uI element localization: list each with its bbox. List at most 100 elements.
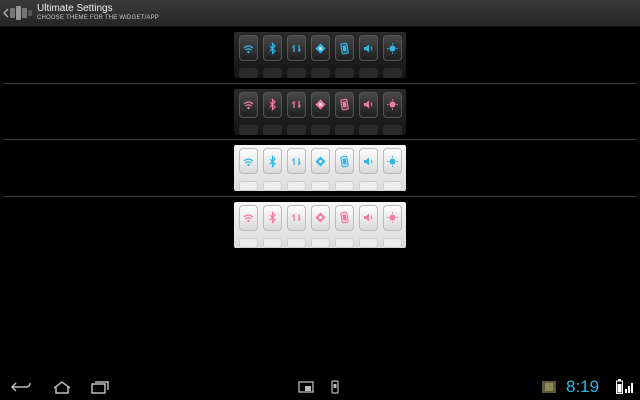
toggle-row bbox=[239, 35, 402, 61]
toggle-row-second bbox=[239, 68, 402, 78]
toggle-stub bbox=[239, 68, 258, 78]
bluetooth-icon bbox=[269, 41, 276, 55]
theme-preview bbox=[234, 88, 406, 135]
wifi-icon bbox=[243, 214, 254, 223]
theme-row-light-pink[interactable] bbox=[0, 197, 640, 254]
page-title: Ultimate Settings bbox=[37, 3, 113, 14]
toggle-stub bbox=[359, 68, 378, 78]
screen-rotation-icon bbox=[340, 42, 349, 54]
toggle-stub bbox=[359, 124, 378, 135]
theme-preview bbox=[234, 145, 406, 191]
toggle-stub bbox=[383, 124, 402, 135]
toggle-stub bbox=[287, 181, 306, 191]
gps-icon bbox=[315, 43, 326, 53]
toggle-stub bbox=[263, 237, 282, 248]
sync-icon bbox=[292, 100, 301, 109]
toggle-stub bbox=[311, 181, 330, 191]
toggle-button bbox=[311, 35, 330, 61]
recent-apps-button[interactable] bbox=[90, 379, 110, 395]
toggle-stub bbox=[311, 68, 330, 78]
sound-icon bbox=[364, 157, 373, 165]
brightness-icon bbox=[387, 42, 398, 54]
toggle-stub bbox=[287, 237, 306, 248]
system-bar: 8:19 bbox=[0, 374, 640, 400]
toggle-button bbox=[287, 204, 306, 231]
bluetooth-icon bbox=[269, 154, 276, 168]
bluetooth-icon bbox=[269, 211, 276, 224]
screenshot-button[interactable] bbox=[298, 379, 314, 395]
toggle-button bbox=[263, 148, 282, 174]
wifi-icon bbox=[243, 157, 254, 166]
toggle-row-second bbox=[239, 124, 402, 135]
toggle-button bbox=[383, 35, 402, 61]
toggle-button bbox=[263, 91, 282, 118]
up-caret-icon[interactable] bbox=[3, 8, 9, 18]
toggle-stub bbox=[383, 237, 402, 248]
toggle-button bbox=[311, 91, 330, 118]
action-bar: Ultimate Settings CHOOSE THEME FOR THE W… bbox=[0, 0, 640, 27]
signal-icon[interactable] bbox=[625, 381, 634, 393]
phone-icon[interactable] bbox=[330, 379, 340, 395]
toggle-stub bbox=[383, 68, 402, 78]
toggle-button bbox=[383, 148, 402, 174]
toggle-row bbox=[239, 91, 402, 118]
toggle-stub bbox=[359, 237, 378, 248]
theme-row-light-blue[interactable] bbox=[0, 140, 640, 197]
toggle-stub bbox=[335, 68, 354, 78]
toggle-button bbox=[287, 91, 306, 118]
toggle-stub bbox=[263, 124, 282, 135]
toggle-stub bbox=[239, 181, 258, 191]
toggle-stub bbox=[287, 124, 306, 135]
toggle-row-second bbox=[239, 181, 402, 191]
toggle-button bbox=[335, 35, 354, 61]
toggle-button bbox=[335, 204, 354, 231]
toggle-button bbox=[383, 204, 402, 231]
theme-preview bbox=[234, 201, 406, 248]
clock[interactable]: 8:19 bbox=[566, 377, 599, 397]
screen-rotation-icon bbox=[340, 155, 349, 167]
toggle-row-second bbox=[239, 237, 402, 248]
screen-rotation-icon bbox=[340, 211, 349, 224]
toggle-button bbox=[311, 148, 330, 174]
toggle-stub bbox=[263, 68, 282, 78]
toggle-button bbox=[287, 148, 306, 174]
toggle-button bbox=[239, 204, 258, 231]
sound-icon bbox=[364, 100, 373, 109]
toggle-button bbox=[335, 148, 354, 174]
sync-icon bbox=[292, 156, 301, 166]
wifi-icon bbox=[243, 101, 254, 110]
toggle-button bbox=[359, 148, 378, 174]
battery-icon[interactable] bbox=[616, 379, 623, 394]
sound-icon bbox=[364, 44, 373, 52]
toggle-stub bbox=[359, 181, 378, 191]
brightness-icon bbox=[387, 155, 398, 167]
sync-icon bbox=[292, 213, 301, 222]
brightness-icon bbox=[387, 99, 398, 110]
home-button[interactable] bbox=[52, 379, 72, 395]
gps-icon bbox=[315, 156, 326, 166]
toggle-button bbox=[287, 35, 306, 61]
notification-icon[interactable] bbox=[541, 380, 557, 394]
page-subtitle: CHOOSE THEME FOR THE WIDGET/APP bbox=[37, 15, 159, 21]
toggle-button bbox=[263, 204, 282, 231]
app-toggles-icon[interactable] bbox=[10, 4, 32, 22]
theme-row-dark-pink[interactable] bbox=[0, 84, 640, 140]
theme-row-dark-blue[interactable] bbox=[0, 27, 640, 84]
toggle-button bbox=[311, 204, 330, 231]
screen-rotation-icon bbox=[340, 98, 349, 111]
bluetooth-icon bbox=[269, 98, 276, 111]
toggle-stub bbox=[335, 181, 354, 191]
back-button[interactable] bbox=[10, 379, 32, 395]
toggle-stub bbox=[335, 237, 354, 248]
toggle-stub bbox=[239, 237, 258, 248]
theme-preview bbox=[234, 32, 406, 78]
toggle-button bbox=[239, 148, 258, 174]
toggle-button bbox=[263, 35, 282, 61]
wifi-icon bbox=[243, 44, 254, 53]
toggle-row bbox=[239, 204, 402, 231]
toggle-button bbox=[359, 35, 378, 61]
sound-icon bbox=[364, 213, 373, 222]
toggle-stub bbox=[263, 181, 282, 191]
toggle-row bbox=[239, 148, 402, 174]
toggle-button bbox=[359, 91, 378, 118]
